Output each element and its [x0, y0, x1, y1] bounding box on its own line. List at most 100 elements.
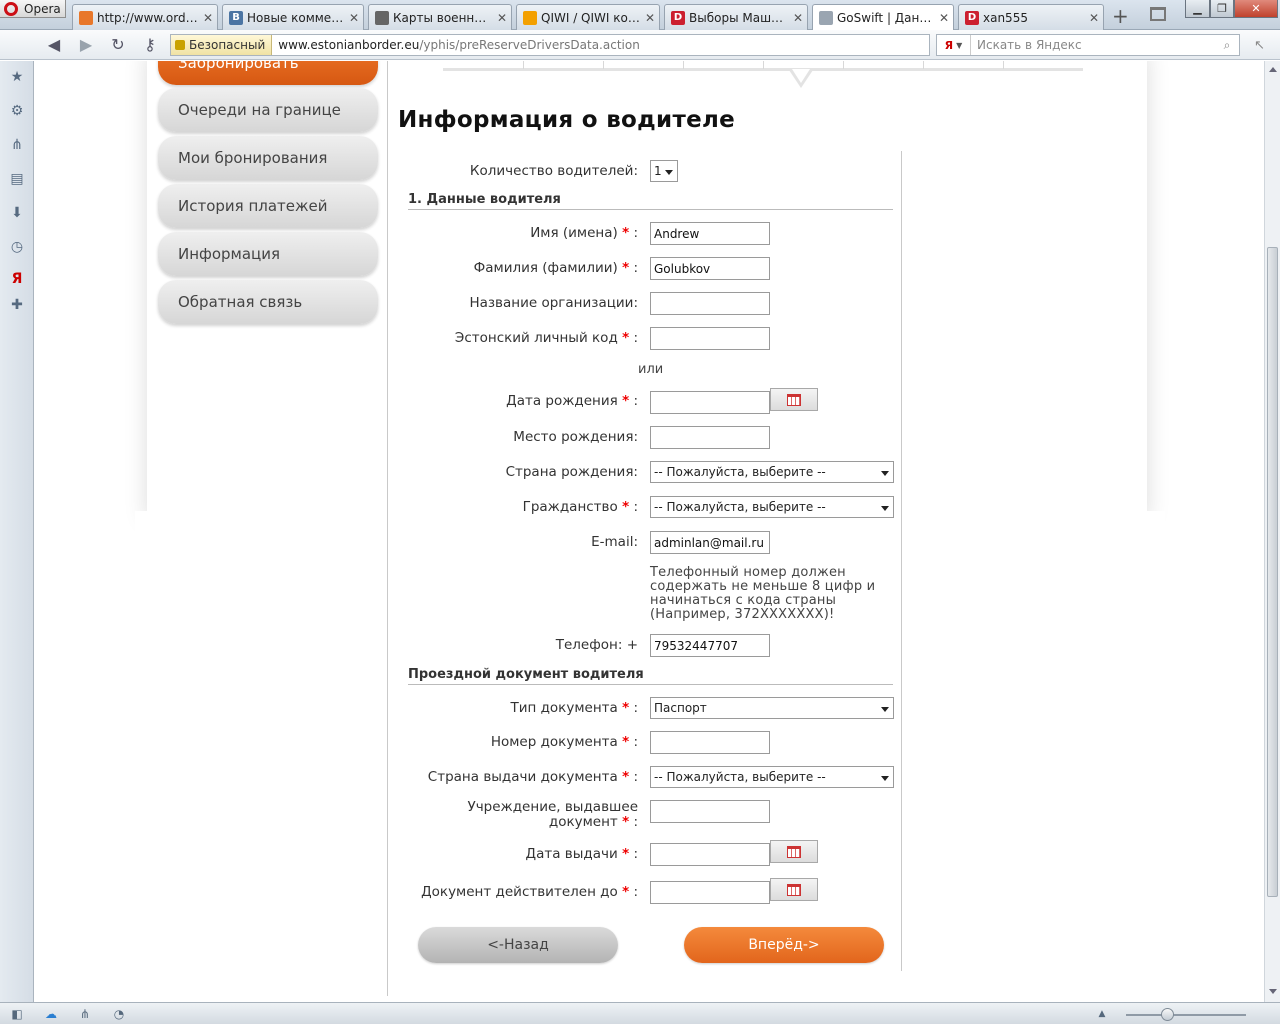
- last-name-field[interactable]: [650, 257, 770, 280]
- d-favicon-icon: D: [965, 10, 979, 25]
- browser-tab[interactable]: GoSwift | Данные... ✕: [812, 4, 954, 31]
- next-button[interactable]: Вперёд->: [684, 927, 884, 963]
- bookmarks-star-icon[interactable]: ★: [9, 69, 25, 85]
- first-name-label: Имя (имена) * :: [530, 226, 638, 241]
- organization-field[interactable]: [650, 292, 770, 315]
- driver-count-select[interactable]: 1: [650, 160, 678, 182]
- downloads-icon[interactable]: ⬇: [9, 205, 25, 221]
- issue-date-calendar-button[interactable]: [770, 840, 818, 863]
- panel-toggle-icon[interactable]: ◧: [10, 1007, 24, 1021]
- required-mark: *: [622, 846, 630, 862]
- label-colon: :: [633, 700, 638, 716]
- doc-number-field[interactable]: [650, 731, 770, 754]
- forward-arrow-icon[interactable]: ▶: [76, 36, 96, 54]
- trash-icon[interactable]: [1150, 7, 1166, 21]
- browser-tab[interactable]: B Новые коммента... ✕: [222, 4, 364, 30]
- first-name-field[interactable]: [650, 222, 770, 245]
- phone-field[interactable]: [650, 634, 770, 657]
- close-tab-icon[interactable]: ✕: [939, 11, 949, 25]
- scroll-down-icon[interactable]: [1269, 989, 1277, 994]
- issue-date-field[interactable]: [650, 843, 770, 866]
- new-tab-icon[interactable]: +: [1112, 6, 1129, 26]
- nav-feedback[interactable]: Обратная связь: [158, 280, 378, 324]
- reload-icon[interactable]: ↻: [108, 36, 128, 54]
- valid-until-label: Документ действителен до * :: [421, 885, 638, 900]
- minimize-icon[interactable]: ▁: [1185, 0, 1210, 18]
- section-travel-document: Проездной документ водителя: [408, 667, 893, 685]
- close-tab-icon[interactable]: ✕: [349, 11, 359, 25]
- citizenship-value: -- Пожалуйста, выберите --: [654, 500, 826, 514]
- close-tab-icon[interactable]: ✕: [497, 11, 507, 25]
- nav-border-queues[interactable]: Очереди на границе: [158, 88, 378, 132]
- nav-payment-history[interactable]: История платежей: [158, 184, 378, 228]
- step-tick: [843, 61, 844, 69]
- issuer-field[interactable]: [650, 800, 770, 823]
- opera-menu-button[interactable]: Opera: [0, 0, 66, 18]
- doc-type-label: Тип документа * :: [510, 701, 638, 716]
- close-tab-icon[interactable]: ✕: [1089, 11, 1099, 25]
- vertical-scrollbar[interactable]: [1264, 61, 1280, 1002]
- search-field[interactable]: Я ▼ Искать в Яндекс ⌕: [936, 34, 1240, 56]
- turbo-icon[interactable]: ◔: [112, 1007, 126, 1021]
- panel-toggle-icon[interactable]: ↖: [1254, 38, 1265, 53]
- cloud-icon[interactable]: ☁: [44, 1007, 58, 1021]
- label-colon: :: [633, 814, 638, 830]
- browser-tab[interactable]: Карты военных о... ✕: [368, 4, 512, 30]
- back-arrow-icon[interactable]: ◀: [44, 36, 64, 54]
- browser-tab[interactable]: D Выборы Машин... ✕: [664, 4, 808, 30]
- search-icon[interactable]: ⌕: [1215, 38, 1239, 53]
- driver-count-value: 1: [654, 164, 662, 178]
- birth-date-field[interactable]: [650, 391, 770, 414]
- nav-information[interactable]: Информация: [158, 232, 378, 276]
- zoom-slider-knob[interactable]: [1161, 1008, 1174, 1021]
- citizenship-select[interactable]: -- Пожалуйста, выберите --: [650, 496, 894, 518]
- valid-until-calendar-button[interactable]: [770, 878, 818, 901]
- nav-book[interactable]: Забронировать: [158, 61, 378, 85]
- chevron-down-icon: [881, 471, 889, 476]
- phone-label: Телефон: +: [555, 637, 638, 653]
- birth-place-field[interactable]: [650, 426, 770, 449]
- view-options-icon[interactable]: ▲: [1095, 1007, 1109, 1021]
- security-badge[interactable]: Безопасный: [171, 35, 273, 55]
- step-tick: [683, 61, 684, 69]
- yandex-panel-icon[interactable]: Я: [9, 271, 25, 287]
- browser-tab[interactable]: http://www.ordi.e... ✕: [72, 4, 218, 30]
- label-colon: :: [633, 769, 638, 785]
- issuer-label-text: Учреждение, выдавшее документ: [467, 799, 638, 830]
- step-tick: [763, 61, 764, 69]
- phone-format-note: Телефонный номер должен содержать не мен…: [650, 565, 876, 622]
- close-tab-icon[interactable]: ✕: [203, 11, 213, 25]
- birth-date-calendar-button[interactable]: [770, 388, 818, 411]
- browser-tab[interactable]: QIWI / QIWI коше... ✕: [516, 4, 660, 30]
- widgets-gear-icon[interactable]: ⚙: [9, 103, 25, 119]
- page-viewport: Забронировать Очереди на границе Мои брони…: [35, 61, 1264, 1002]
- doc-country-select[interactable]: -- Пожалуйста, выберите --: [650, 766, 894, 788]
- valid-until-field[interactable]: [650, 881, 770, 904]
- doc-type-select[interactable]: Паспорт: [650, 697, 894, 719]
- notes-icon[interactable]: ▤: [9, 171, 25, 187]
- search-engine-selector[interactable]: Я ▼: [937, 35, 971, 55]
- scroll-up-icon[interactable]: [1269, 67, 1277, 72]
- close-tab-icon[interactable]: ✕: [793, 11, 803, 25]
- driver-count-label: Количество водителей:: [469, 163, 638, 179]
- url-host: www.estonianborder.eu: [278, 38, 420, 52]
- key-icon[interactable]: ⚷: [140, 36, 160, 54]
- nav-my-bookings[interactable]: Мои бронирования: [158, 136, 378, 180]
- scrollbar-thumb[interactable]: [1267, 247, 1278, 897]
- citizenship-label: Гражданство * :: [523, 500, 638, 515]
- email-field[interactable]: [650, 531, 770, 554]
- unite-icon[interactable]: ⋔: [78, 1007, 92, 1021]
- zoom-slider-track[interactable]: [1126, 1014, 1246, 1016]
- email-label: E-mail:: [591, 534, 638, 550]
- close-window-icon[interactable]: ✕: [1234, 0, 1278, 18]
- add-panel-icon[interactable]: ✚: [9, 297, 25, 313]
- history-clock-icon[interactable]: ◷: [9, 239, 25, 255]
- birth-country-select[interactable]: -- Пожалуйста, выберите --: [650, 461, 894, 483]
- unite-share-icon[interactable]: ⋔: [9, 137, 25, 153]
- back-button[interactable]: <-Назад: [418, 927, 618, 963]
- browser-tab[interactable]: Dxan555 ✕: [958, 4, 1104, 30]
- personal-code-field[interactable]: [650, 327, 770, 350]
- close-tab-icon[interactable]: ✕: [645, 11, 655, 25]
- address-field[interactable]: Безопасный www.estonianborder.eu/yphis/p…: [170, 34, 930, 56]
- restore-icon[interactable]: ❐: [1210, 0, 1234, 18]
